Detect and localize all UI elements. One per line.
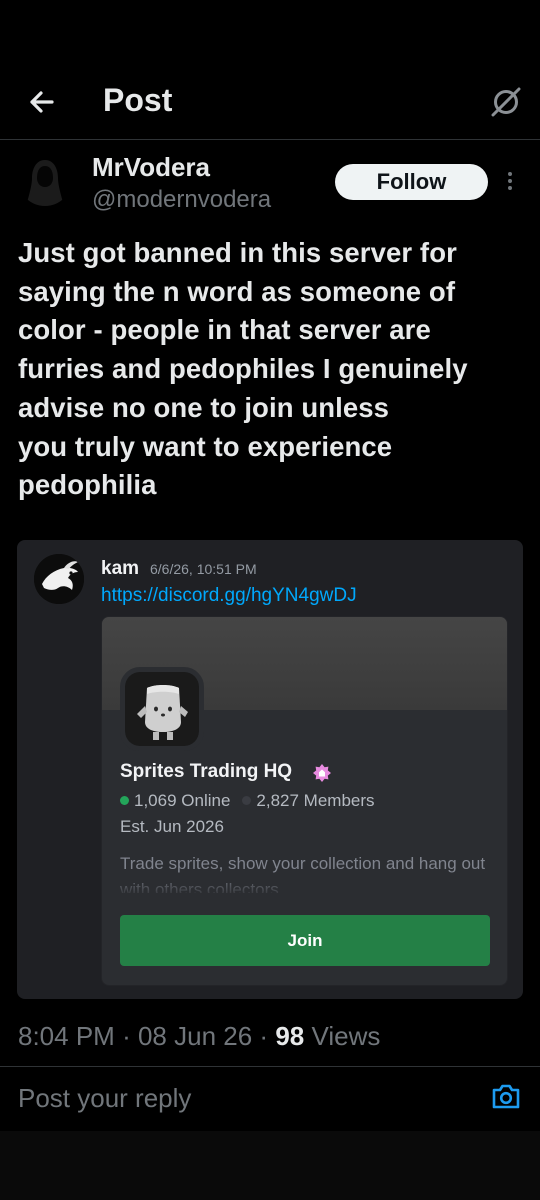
back-button[interactable]: [22, 84, 62, 120]
post-line: Just got banned in this server for: [18, 237, 457, 268]
community-badge: [312, 763, 332, 783]
post-time: 8:04 PM: [18, 1021, 115, 1051]
post-author: MrVodera @modernvodera Follow: [0, 140, 540, 230]
embed-username: kam: [101, 558, 140, 579]
join-button[interactable]: Join: [120, 915, 490, 966]
post-date: 08 Jun 26: [137, 1021, 253, 1051]
post-meta: 8:04 PM · 08 Jun 26 · 98 Views: [18, 1021, 380, 1052]
more-button[interactable]: [500, 168, 520, 196]
post-line: furries and pedophiles I genuinely: [18, 353, 468, 385]
post-body: Just got banned in this server for sayin…: [18, 234, 528, 505]
sprite-character-icon: [125, 672, 199, 746]
hooded-figure-icon: [18, 152, 72, 206]
reply-bar: [0, 1067, 540, 1131]
reply-input[interactable]: [18, 1078, 458, 1118]
follow-button[interactable]: Follow: [335, 164, 488, 200]
online-count: 1,069 Online: [134, 791, 231, 810]
member-stats: 1,069 Online 2,827 Members: [120, 791, 375, 811]
meta-separator: ·: [122, 1021, 131, 1051]
invite-link[interactable]: https://discord.gg/hgYN4gwDJ: [101, 585, 357, 607]
server-description: Trade sprites, show your collection and …: [120, 854, 486, 893]
camera-icon: [492, 1084, 520, 1109]
online-dot-icon: [120, 796, 129, 805]
server-established: Est. Jun 2026: [120, 817, 224, 836]
embed-timestamp: 6/6/26, 10:51 PM: [150, 561, 257, 577]
meta-separator: ·: [259, 1021, 269, 1051]
grok-button[interactable]: [488, 84, 524, 120]
attached-image[interactable]: kam 6/6/26, 10:51 PM https://discord.gg/…: [17, 540, 523, 999]
views-count[interactable]: 98: [275, 1021, 304, 1051]
server-invite-card: Sprites Trading HQ 1,069 Online 2,827 Mem…: [101, 616, 508, 986]
more-vertical-icon: [508, 172, 512, 190]
camera-button[interactable]: [490, 1081, 522, 1111]
embed-avatar: [34, 554, 84, 604]
server-icon: [120, 667, 204, 751]
top-bar: Post: [0, 64, 540, 140]
server-name: Sprites Trading HQ: [120, 761, 293, 782]
page-title: Post: [103, 82, 173, 118]
post-line: you truly want to experience: [18, 430, 393, 462]
system-navigation-bar: [0, 1131, 540, 1200]
author-handle[interactable]: @modernvodera: [92, 186, 271, 214]
arrow-left-icon: [30, 91, 54, 113]
grok-icon: [491, 87, 521, 117]
post-line: saying the n word as someone of: [18, 275, 456, 307]
member-count: 2,827 Members: [256, 791, 375, 810]
post-line: pedophilia: [18, 469, 157, 501]
avatar[interactable]: [18, 152, 72, 206]
post-line: color - people in that server are: [18, 314, 431, 346]
author-name[interactable]: MrVodera: [92, 152, 210, 183]
views-label: Views: [311, 1021, 381, 1051]
bird-avatar-icon: [34, 554, 84, 604]
post-line: advise no one to join unless: [18, 391, 390, 423]
members-dot-icon: [242, 796, 252, 805]
flower-badge-icon: [313, 764, 331, 782]
